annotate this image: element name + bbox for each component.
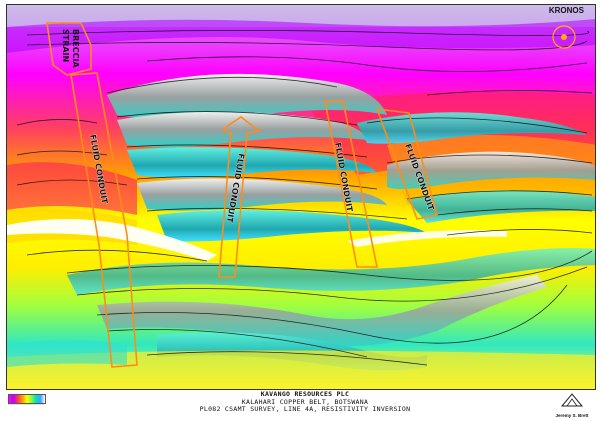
survey-line: PL082 CSAMT SURVEY, LINE 4A, RESISTIVITY…	[199, 405, 411, 413]
resistivity-image: FLUID CONDUIT FLUID CONDUIT FLUID CONDUI…	[7, 5, 595, 389]
colour-scale-ticks	[8, 403, 48, 410]
author-name: Jeremy S. Brett	[555, 413, 589, 418]
title-block: KAVANGO RESOURCES PLC KALAHARI COPPER BE…	[160, 390, 450, 414]
resistivity-section: FLUID CONDUIT FLUID CONDUIT FLUID CONDUI…	[6, 4, 596, 390]
map-sheet: FLUID CONDUIT FLUID CONDUIT FLUID CONDUI…	[0, 0, 602, 421]
author-logo: Jeremy S. Brett	[552, 392, 592, 420]
brand-label: KRONOS	[548, 6, 584, 15]
author-logo-icon	[560, 393, 584, 407]
breccia-prefix-label: STRAIN	[61, 29, 70, 62]
breccia-label: BRECCIA	[71, 29, 80, 68]
